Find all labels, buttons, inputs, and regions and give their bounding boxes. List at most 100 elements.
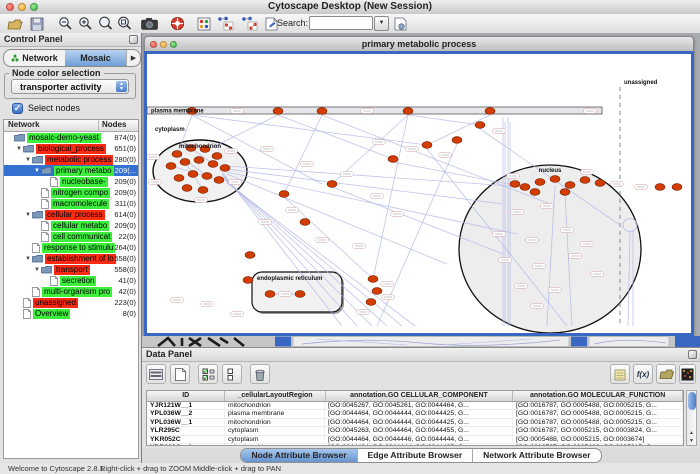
table-cell[interactable]: [GO:0045267, GO:0045261, GO:0044464, G..… <box>325 402 513 409</box>
table-cell[interactable]: cytoplasm <box>225 436 325 443</box>
network-node[interactable] <box>327 181 337 188</box>
network-node[interactable] <box>194 157 204 164</box>
table-cell[interactable]: YPL036W__1 <box>147 419 225 426</box>
app-titlebar[interactable]: Cytoscape Desktop (New Session) <box>0 0 700 15</box>
network-node[interactable] <box>182 185 192 192</box>
expand-arrow-icon[interactable]: ▼ <box>24 256 32 262</box>
tree-row[interactable]: unassigned223(0) <box>4 297 138 308</box>
table-cell[interactable]: [GO:0016787, GO:0005488, GO:0005215, G..… <box>513 410 683 417</box>
scrollbar-thumb[interactable] <box>688 392 696 410</box>
tree-row[interactable]: nucleobase-209(0) <box>4 176 138 187</box>
table-cell[interactable]: [GO:0044464, GO:0044446, GO:0044444, G..… <box>325 436 513 443</box>
more-tabs-icon[interactable]: ▶ <box>126 50 140 66</box>
network-node[interactable] <box>220 165 230 172</box>
network-node[interactable] <box>265 291 275 298</box>
tree-row[interactable]: ▼transport558(0) <box>4 264 138 275</box>
network-node[interactable] <box>580 177 590 184</box>
network-node[interactable] <box>366 299 376 306</box>
network-node[interactable] <box>317 108 327 115</box>
table-column-header[interactable]: annotation.GO CELLULAR_COMPONENT <box>326 391 514 401</box>
network-canvas[interactable]: plasma membranecytoplasmmitochondrionnuc… <box>144 51 694 336</box>
network-node[interactable] <box>452 137 462 144</box>
tree-row[interactable]: ▼biological_process651(0) <box>4 143 138 154</box>
snapshot-icon[interactable] <box>140 15 158 32</box>
tree-row[interactable]: Overview8(0) <box>4 308 138 319</box>
delete-attribute-icon[interactable] <box>250 364 270 384</box>
network-node[interactable] <box>208 161 218 168</box>
network-node[interactable] <box>403 108 413 115</box>
network-node[interactable] <box>279 191 289 198</box>
zoom-fit-icon[interactable] <box>115 15 133 32</box>
network-node[interactable] <box>180 159 190 166</box>
expand-arrow-icon[interactable]: ▼ <box>33 267 41 273</box>
open-file-icon[interactable] <box>6 15 24 32</box>
network-view-titlebar[interactable]: primary metabolic process <box>144 36 694 51</box>
apply-layout-alt-icon[interactable] <box>240 15 258 32</box>
expand-arrow-icon[interactable]: ▼ <box>33 168 41 174</box>
scroll-down-icon[interactable]: ▼ <box>687 437 696 445</box>
tree-row[interactable]: ▼primary metabo209(... <box>4 165 138 176</box>
network-node[interactable] <box>550 176 560 183</box>
tree-row[interactable]: response to stimulu264(0) <box>4 242 138 253</box>
table-column-header[interactable]: annotation.GO MOLECULAR_FUNCTION <box>513 391 683 401</box>
tree-row[interactable]: multi-organism pro42(0) <box>4 286 138 297</box>
table-cell[interactable]: [GO:0016787, GO:0005488, GO:0005215, G..… <box>513 402 683 409</box>
tree-row[interactable]: mosaic-demo-yeast874(0) <box>4 132 138 143</box>
network-node[interactable] <box>188 171 198 178</box>
float-panel-icon[interactable] <box>129 35 138 44</box>
region-nucleus[interactable] <box>459 165 641 333</box>
attribute-table-icon[interactable] <box>146 364 166 384</box>
table-column-header[interactable]: ID <box>147 391 225 401</box>
search-dropdown-icon[interactable]: ▼ <box>374 16 389 31</box>
tab-mosaic[interactable]: Mosaic <box>65 50 126 66</box>
network-node[interactable] <box>368 276 378 283</box>
table-row[interactable]: YDR039C__1mitochondrion[GO:0044464, GO:0… <box>147 444 683 446</box>
tree-row[interactable]: macromolecule311(0) <box>4 198 138 209</box>
table-column-header[interactable]: _cellularLayoutRegion <box>225 391 325 401</box>
new-attribute-icon[interactable] <box>170 364 190 384</box>
network-node[interactable] <box>530 189 540 196</box>
expand-arrow-icon[interactable]: ▼ <box>15 146 23 152</box>
network-node[interactable] <box>565 182 575 189</box>
scroll-up-icon[interactable]: ▲ <box>687 429 696 437</box>
table-scrollbar[interactable]: ▲ ▼ <box>686 390 697 446</box>
tree-row[interactable]: nitrogen compo209(0) <box>4 187 138 198</box>
table-row[interactable]: YLR295Ccytoplasm[GO:0045263, GO:0044464,… <box>147 427 683 435</box>
table-cell[interactable]: [GO:0045263, GO:0044464, GO:0044455, G..… <box>325 427 513 434</box>
mosaic-plugin-icon[interactable] <box>195 15 213 32</box>
network-node[interactable] <box>166 163 176 170</box>
network-node[interactable] <box>520 184 530 191</box>
network-node[interactable] <box>422 142 432 149</box>
table-cell[interactable]: YDR039C__1 <box>147 444 225 446</box>
table-cell[interactable]: YLR295C <box>147 427 225 434</box>
apply-layout-icon[interactable] <box>216 15 234 32</box>
tree-row[interactable]: ▼cellular process614(0) <box>4 209 138 220</box>
attribute-browser-tab[interactable]: Node Attribute Browser <box>241 449 357 462</box>
network-node[interactable] <box>372 288 382 295</box>
network-node[interactable] <box>672 184 682 191</box>
select-nodes-checkbox[interactable]: ✓ <box>12 103 23 114</box>
region-plasma-membrane[interactable] <box>147 107 602 114</box>
tab-network[interactable]: Network <box>4 50 65 66</box>
tree-row[interactable]: ▼establishment of lo558(0) <box>4 253 138 264</box>
table-cell[interactable]: [GO:0044464, GO:0044444, GO:0044425, G..… <box>325 410 513 417</box>
zoom-selected-icon[interactable] <box>96 15 114 32</box>
attribute-browser-tab[interactable]: Network Attribute Browser <box>473 449 600 462</box>
network-node[interactable] <box>214 177 224 184</box>
table-cell[interactable]: [GO:0044464, GO:0044444, GO:0044425, G..… <box>325 419 513 426</box>
tree-row[interactable]: secretion41(0) <box>4 275 138 286</box>
search-input[interactable] <box>309 16 373 30</box>
table-cell[interactable]: plasma membrane <box>225 410 325 417</box>
table-cell[interactable]: mitochondrion <box>225 419 325 426</box>
table-row[interactable]: YJR121W__1mitochondrion[GO:0045267, GO:0… <box>147 402 683 410</box>
zoom-out-icon[interactable] <box>56 15 74 32</box>
tree-col-nodes[interactable]: Nodes <box>99 120 138 131</box>
attribute-table[interactable]: ID_cellularLayoutRegionannotation.GO CEL… <box>146 390 684 446</box>
matrix-icon[interactable] <box>679 364 696 384</box>
network-node[interactable] <box>300 219 310 226</box>
select-attributes-icon[interactable] <box>198 364 218 384</box>
save-session-icon[interactable] <box>28 15 46 32</box>
network-node[interactable] <box>172 151 182 158</box>
network-node[interactable] <box>485 108 495 115</box>
network-node[interactable] <box>560 189 570 196</box>
